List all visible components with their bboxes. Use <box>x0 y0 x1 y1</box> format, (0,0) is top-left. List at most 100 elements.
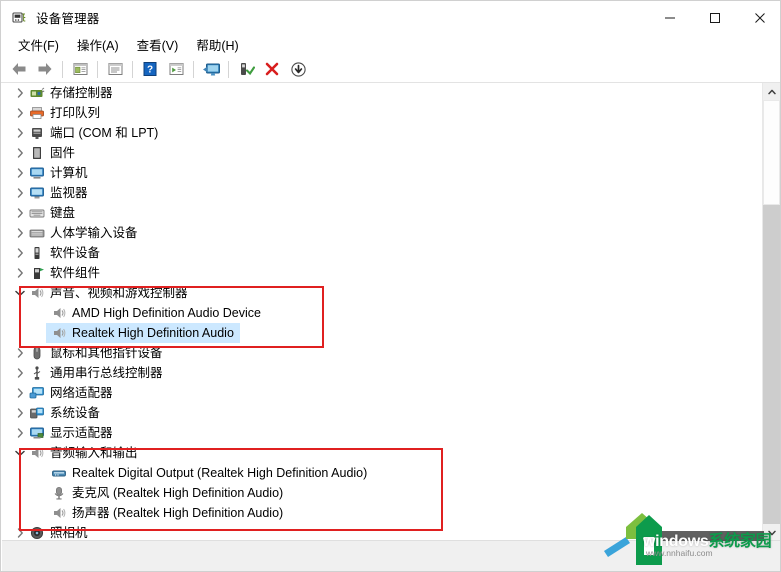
menu-action[interactable]: 操作(A) <box>68 33 128 57</box>
chevron-right-icon[interactable] <box>12 83 28 103</box>
tree-item-label: 照相机 <box>50 526 88 540</box>
tree-item[interactable]: 通用串行总线控制器 <box>2 363 764 383</box>
vertical-scrollbar[interactable] <box>762 83 780 541</box>
tree-item[interactable]: 计算机 <box>2 163 764 183</box>
storage-controller-icon <box>28 84 46 102</box>
tree-item[interactable]: 存储控制器 <box>2 83 764 103</box>
device-manager-icon <box>10 9 28 27</box>
tree-item[interactable]: 照相机 <box>2 523 764 541</box>
tree-item[interactable]: 软件设备 <box>2 243 764 263</box>
chevron-right-icon[interactable] <box>12 243 28 263</box>
menu-help[interactable]: 帮助(H) <box>187 33 247 57</box>
chevron-right-icon[interactable] <box>12 263 28 283</box>
chevron-right-icon[interactable] <box>12 343 28 363</box>
tree-item[interactable]: 扬声器 (Realtek High Definition Audio) <box>2 503 764 523</box>
printer-icon <box>28 104 46 122</box>
keyboard-icon <box>28 204 46 222</box>
tree-item-label: 键盘 <box>50 206 76 220</box>
port-icon <box>28 124 46 142</box>
tree-item-label: 软件设备 <box>50 246 101 260</box>
tree-item-label: 鼠标和其他指针设备 <box>50 346 163 360</box>
chevron-right-icon[interactable] <box>12 123 28 143</box>
forward-button[interactable] <box>33 58 57 81</box>
tree-item[interactable]: 固件 <box>2 143 764 163</box>
tree-indent-spacer <box>34 303 50 323</box>
tree-item[interactable]: 声音、视频和游戏控制器 <box>2 283 764 303</box>
chevron-down-icon[interactable] <box>12 443 28 463</box>
speaker-icon <box>50 504 68 522</box>
chevron-right-icon[interactable] <box>12 403 28 423</box>
device-tree[interactable]: 存储控制器打印队列端口 (COM 和 LPT) 固件计算机监视器键盘人体学输入设备… <box>2 83 764 541</box>
chevron-right-icon[interactable] <box>12 183 28 203</box>
camera-icon <box>28 524 46 541</box>
disable-device-button[interactable] <box>286 58 310 81</box>
chevron-right-icon[interactable] <box>12 163 28 183</box>
tree-item[interactable]: 系统设备 <box>2 403 764 423</box>
tree-item-label: 网络适配器 <box>50 386 113 400</box>
tree-item-label: 打印队列 <box>50 106 101 120</box>
tree-item[interactable]: 键盘 <box>2 203 764 223</box>
menu-file[interactable]: 文件(F) <box>9 33 68 57</box>
mouse-icon <box>28 344 46 362</box>
tree-item[interactable]: 监视器 <box>2 183 764 203</box>
tree-item[interactable]: 网络适配器 <box>2 383 764 403</box>
tree-item[interactable]: 麦克风 (Realtek High Definition Audio) <box>2 483 764 503</box>
maximize-button[interactable] <box>692 1 737 34</box>
tree-item-label: 人体学输入设备 <box>50 226 138 240</box>
tree-item[interactable]: 端口 (COM 和 LPT) <box>2 123 764 143</box>
tree-item-label: 监视器 <box>50 186 88 200</box>
chevron-down-icon <box>767 530 776 535</box>
menu-view[interactable]: 查看(V) <box>128 33 188 57</box>
minimize-button[interactable] <box>647 1 692 34</box>
tree-item-label: 声音、视频和游戏控制器 <box>50 286 188 300</box>
speaker-icon <box>28 444 46 462</box>
tree-item[interactable]: AMD High Definition Audio Device <box>2 303 764 323</box>
scroll-down-button[interactable] <box>763 524 780 541</box>
back-button[interactable] <box>7 58 31 81</box>
chevron-down-icon[interactable] <box>12 283 28 303</box>
title-bar: 设备管理器 <box>1 1 780 34</box>
firmware-icon <box>28 144 46 162</box>
chevron-right-icon[interactable] <box>12 523 28 541</box>
tree-item[interactable]: Realtek Digital Output (Realtek High Def… <box>2 463 764 483</box>
tree-item-label: 固件 <box>50 146 76 160</box>
chevron-right-icon[interactable] <box>12 383 28 403</box>
tree-item-label: 计算机 <box>50 166 88 180</box>
properties-button[interactable] <box>68 58 92 81</box>
update-driver-button[interactable] <box>164 58 188 81</box>
uninstall-device-button[interactable] <box>260 58 284 81</box>
menu-bar: 文件(F) 操作(A) 查看(V) 帮助(H) <box>1 33 780 57</box>
tree-item[interactable]: 鼠标和其他指针设备 <box>2 343 764 363</box>
help-button[interactable]: ? <box>138 58 162 81</box>
tree-indent-spacer <box>34 503 50 523</box>
chevron-right-icon[interactable] <box>12 143 28 163</box>
right-arrow-icon <box>38 63 52 75</box>
tree-item[interactable]: 人体学输入设备 <box>2 223 764 243</box>
software-device-icon <box>28 244 46 262</box>
computer-icon <box>28 164 46 182</box>
show-hidden-button[interactable] <box>103 58 127 81</box>
scan-hardware-button[interactable] <box>199 58 223 81</box>
chevron-right-icon[interactable] <box>12 363 28 383</box>
scroll-up-button[interactable] <box>763 83 780 100</box>
tree-item[interactable]: 软件组件 <box>2 263 764 283</box>
usb-icon <box>28 364 46 382</box>
display-adapter-icon <box>28 424 46 442</box>
tree-item[interactable]: 打印队列 <box>2 103 764 123</box>
tree-indent-spacer <box>34 483 50 503</box>
scrollbar-thumb[interactable] <box>763 100 780 205</box>
software-component-icon <box>28 264 46 282</box>
enable-device-button[interactable] <box>234 58 258 81</box>
toolbar-separator <box>132 60 133 78</box>
chevron-right-icon[interactable] <box>12 423 28 443</box>
close-button[interactable] <box>737 1 780 34</box>
chevron-right-icon[interactable] <box>12 203 28 223</box>
tree-item-label: 音频输入和输出 <box>50 446 138 460</box>
tree-item[interactable]: 显示适配器 <box>2 423 764 443</box>
chevron-right-icon[interactable] <box>12 223 28 243</box>
chevron-right-icon[interactable] <box>12 103 28 123</box>
scrollbar-track[interactable] <box>763 205 780 524</box>
tree-indent-spacer <box>34 463 50 483</box>
tree-item[interactable]: Realtek High Definition Audio <box>2 323 764 343</box>
tree-item[interactable]: 音频输入和输出 <box>2 443 764 463</box>
